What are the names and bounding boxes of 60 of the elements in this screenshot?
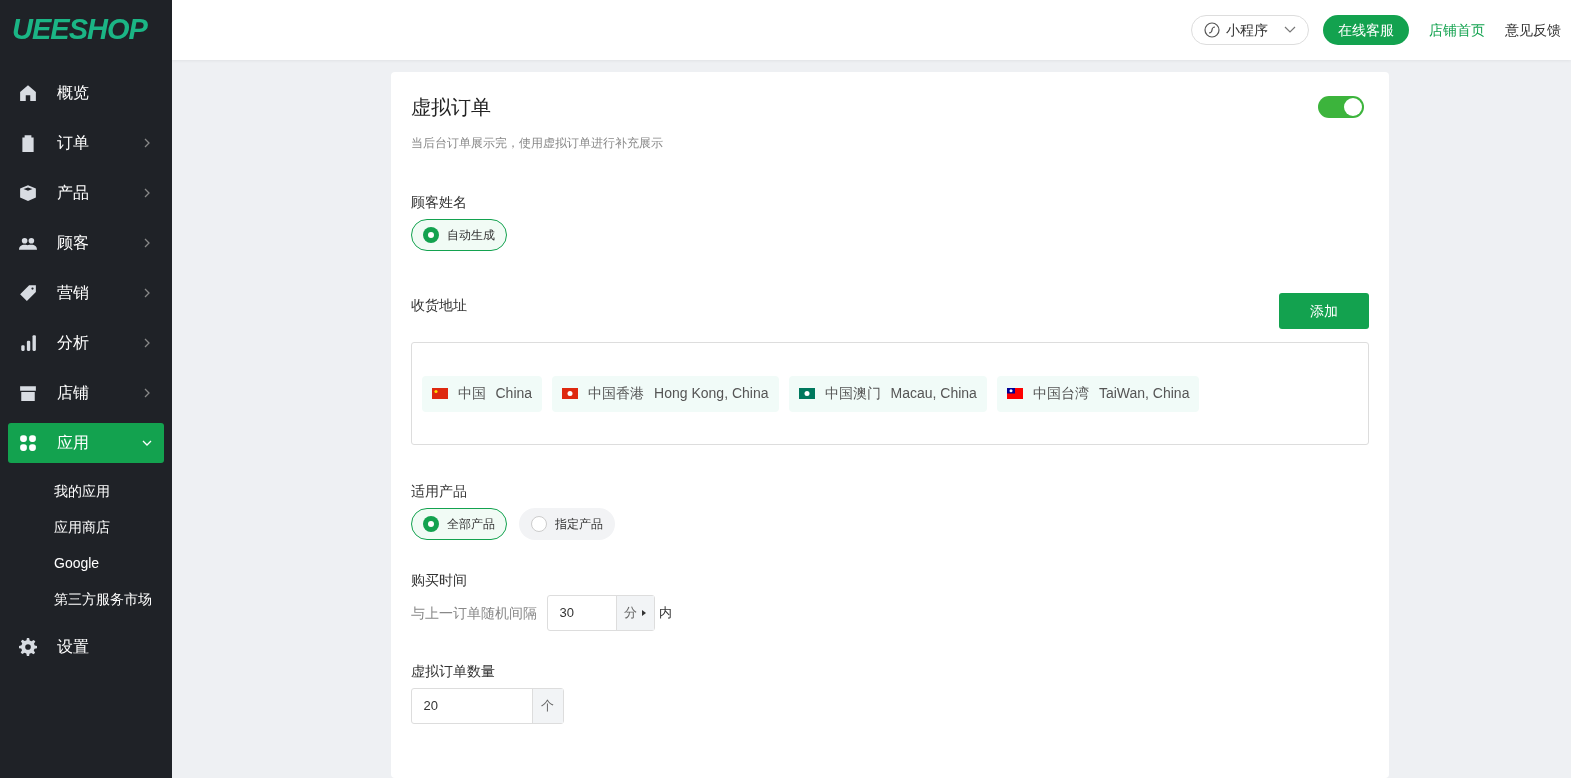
- submenu-item[interactable]: Google: [54, 545, 164, 581]
- cube-icon: [19, 184, 37, 202]
- region-english-name: China: [495, 384, 533, 403]
- region-name: 中国台湾: [1032, 384, 1089, 403]
- field-label: 收货地址: [410, 296, 467, 315]
- sidebar-item[interactable]: 营销: [8, 273, 164, 313]
- sidebar-item[interactable]: 顾客: [8, 223, 164, 263]
- address-tag[interactable]: 中国澳门 Macau, China: [788, 375, 987, 412]
- description: 当后台订单展示完，使用虚拟订单进行补充展示: [410, 135, 664, 152]
- address-tag[interactable]: 中国台湾 TaiWan, China: [996, 375, 1200, 412]
- region-english-name: TaiWan, China: [1098, 384, 1190, 403]
- chevron-down-icon: [1284, 26, 1296, 34]
- flag-icon: [431, 388, 448, 399]
- flag-icon: [1006, 388, 1023, 399]
- sidebar-item[interactable]: 概览: [8, 73, 164, 113]
- sidebar-item[interactable]: 设置: [8, 627, 164, 667]
- region-name: 中国香港: [588, 384, 645, 403]
- home-icon: [19, 84, 37, 102]
- submenu-item[interactable]: 应用商店: [54, 509, 164, 545]
- address-tag[interactable]: 中国香港 Hong Kong, China: [552, 375, 779, 412]
- sidebar-item[interactable]: 分析: [8, 323, 164, 363]
- submenu-item[interactable]: 我的应用: [54, 473, 164, 509]
- grid-icon: [19, 434, 37, 452]
- field-label: 顾客姓名: [410, 193, 468, 212]
- region-name: 中国澳门: [824, 384, 881, 403]
- flag-icon: [798, 388, 815, 399]
- header-link[interactable]: 意见反馈: [1505, 19, 1561, 41]
- header-link[interactable]: 店铺首页: [1429, 19, 1485, 41]
- link-icon: [1204, 22, 1220, 38]
- count-input[interactable]: 20 个: [410, 688, 564, 724]
- radio-option[interactable]: 全部产品: [410, 508, 507, 540]
- flag-icon: [562, 388, 579, 399]
- radio-icon: [422, 516, 439, 532]
- tag-icon: [19, 284, 37, 302]
- field-label: 虚拟订单数量: [410, 662, 496, 681]
- sidebar-item[interactable]: 订单: [8, 123, 164, 163]
- sidebar-item[interactable]: 产品: [8, 173, 164, 213]
- radio-option[interactable]: 指定产品: [518, 508, 615, 540]
- sidebar-item[interactable]: 店铺: [8, 373, 164, 413]
- field-label: 适用产品: [410, 482, 468, 501]
- card-title: 虚拟订单: [410, 95, 491, 120]
- bar-chart-icon: [19, 334, 37, 352]
- logo: UEESHOP: [11, 12, 149, 47]
- radio-option[interactable]: 自动生成: [410, 219, 507, 251]
- store-icon: [19, 384, 37, 402]
- clipboard-icon: [19, 134, 37, 152]
- radio-icon: [530, 516, 547, 532]
- settings-icon: [19, 638, 37, 656]
- radio-icon: [422, 227, 439, 243]
- region-name: 中国: [457, 384, 486, 403]
- caret-right-icon: [642, 610, 646, 616]
- region-english-name: Macau, China: [890, 384, 977, 403]
- field-suffix: 内: [658, 604, 672, 623]
- interval-input[interactable]: 30 分: [546, 595, 655, 631]
- field-label: 购买时间: [410, 571, 468, 590]
- toggle-switch[interactable]: [1317, 96, 1364, 118]
- field-prefix: 与上一订单随机间隔: [410, 603, 537, 623]
- address-tag[interactable]: 中国 China: [421, 375, 543, 412]
- region-english-name: Hong Kong, China: [654, 384, 769, 403]
- submenu-item[interactable]: 第三方服务市场: [54, 581, 164, 617]
